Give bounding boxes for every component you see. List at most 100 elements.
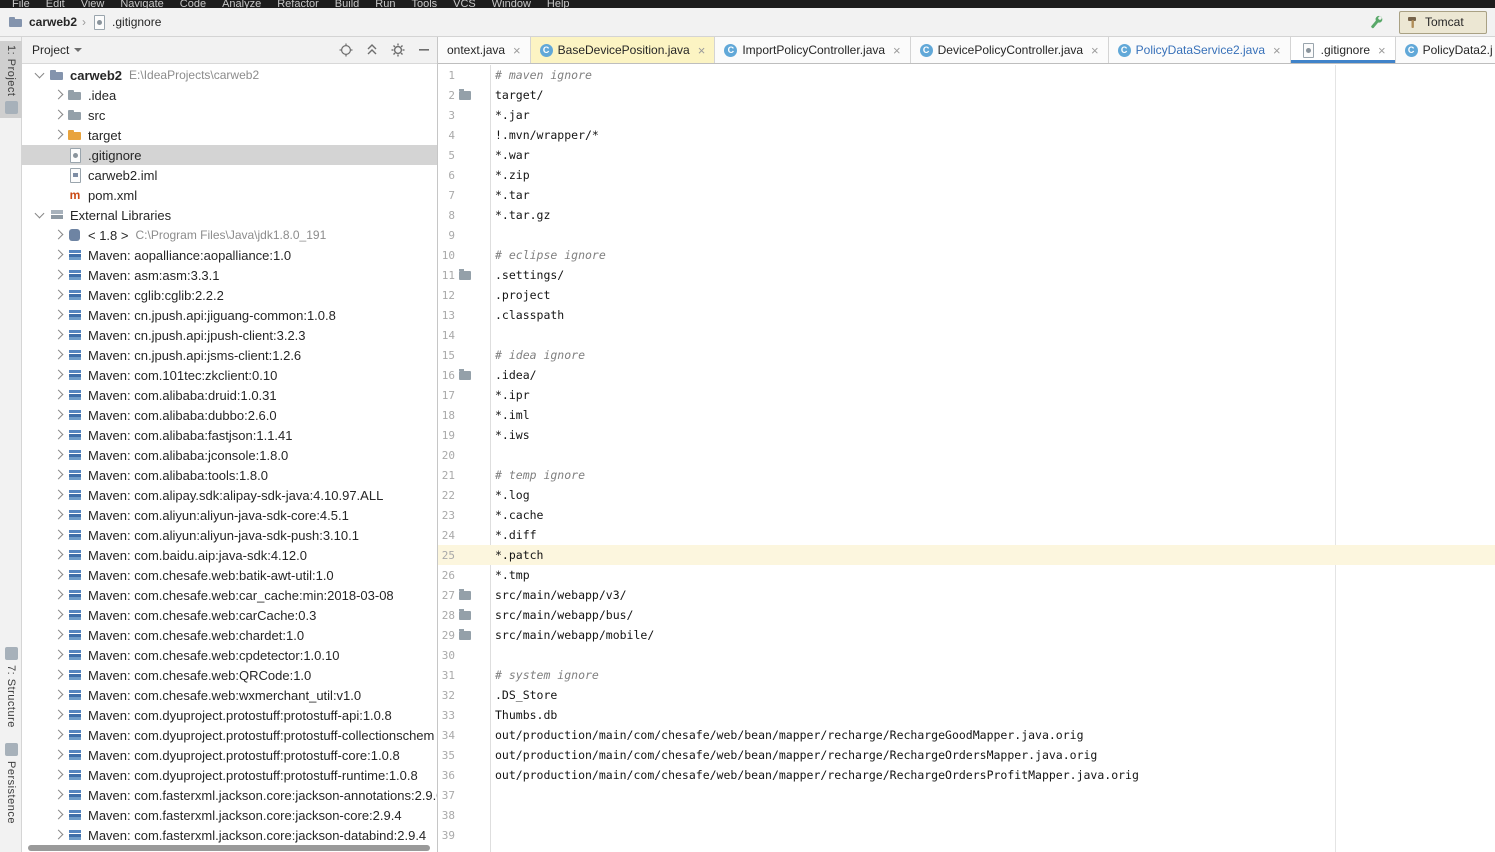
tree-item-maven-com.chesafe.web-batik-awt-util-1.0[interactable]: Maven: com.chesafe.web:batik-awt-util:1.… — [22, 565, 437, 585]
chevron-right-icon[interactable] — [50, 787, 67, 803]
menu-item-refactor[interactable]: Refactor — [277, 0, 319, 8]
editor[interactable]: 1 # maven ignore 2 target/3 *.jar 4 !.mvn/wrap… — [438, 65, 1495, 852]
editor-line-26[interactable]: 26 *.tmp — [438, 565, 1495, 585]
tab-policydata2.j[interactable]: C PolicyData2.j — [1395, 37, 1495, 63]
menu-item-edit[interactable]: Edit — [46, 0, 65, 8]
tool-button-project[interactable]: 1: Project — [0, 41, 22, 119]
tree-item-maven-com.chesafe.web-wxmerchant-util-v1.0[interactable]: Maven: com.chesafe.web:wxmerchant_util:v… — [22, 685, 437, 705]
editor-line-13[interactable]: 13 .classpath — [438, 305, 1495, 325]
tree-item-maven-com.alipay.sdk-alipay-sdk-java-4.10.97.all[interactable]: Maven: com.alipay.sdk:alipay-sdk-java:4.… — [22, 485, 437, 505]
tree-item-maven-com.fasterxml.jackson.core-jackson-databind-2.9.4[interactable]: Maven: com.fasterxml.jackson.core:jackso… — [22, 825, 437, 844]
chevron-right-icon[interactable] — [50, 467, 67, 483]
tree-item-external-libraries[interactable]: External Libraries — [22, 205, 437, 225]
tree-item-maven-com.alibaba-jconsole-1.8.0[interactable]: Maven: com.alibaba:jconsole:1.8.0 — [22, 445, 437, 465]
editor-line-16[interactable]: 16 .idea/ — [438, 365, 1495, 385]
editor-line-24[interactable]: 24 *.diff — [438, 525, 1495, 545]
tab-basedeviceposition.java[interactable]: C BaseDevicePosition.java × — [530, 37, 716, 63]
editor-line-3[interactable]: 3 *.jar — [438, 105, 1495, 125]
editor-line-19[interactable]: 19 *.iws — [438, 425, 1495, 445]
tree-item-maven-com.fasterxml.jackson.core-jackson-core-2.9.4[interactable]: Maven: com.fasterxml.jackson.core:jackso… — [22, 805, 437, 825]
tab-.gitignore[interactable]: .gitignore × — [1290, 37, 1396, 63]
tool-button-structure[interactable]: 7: Structure — [0, 643, 22, 732]
tree-item-maven-aopalliance-aopalliance-1.0[interactable]: Maven: aopalliance:aopalliance:1.0 — [22, 245, 437, 265]
chevron-right-icon[interactable] — [50, 107, 67, 123]
editor-line-2[interactable]: 2 target/ — [438, 85, 1495, 105]
editor-line-37[interactable]: 37 — [438, 785, 1495, 805]
tree-item-maven-com.dyuproject.protostuff-protostuff-collectionschem[interactable]: Maven: com.dyuproject.protostuff:protost… — [22, 725, 437, 745]
locate-file-icon[interactable] — [338, 43, 353, 58]
tree-item-maven-com.baidu.aip-java-sdk-4.12.0[interactable]: Maven: com.baidu.aip:java-sdk:4.12.0 — [22, 545, 437, 565]
close-tab-icon[interactable]: × — [1378, 44, 1386, 57]
editor-line-38[interactable]: 38 — [438, 805, 1495, 825]
editor-line-35[interactable]: 35 out/production/main/com/chesafe/web/be… — [438, 745, 1495, 765]
run-configuration-button[interactable]: Tomcat — [1399, 10, 1487, 34]
editor-line-27[interactable]: 27 src/main/webapp/v3/ — [438, 585, 1495, 605]
tab-importpolicycontroller.java[interactable]: C ImportPolicyController.java × — [715, 37, 911, 63]
chevron-down-icon[interactable] — [32, 67, 49, 83]
close-tab-icon[interactable]: × — [513, 44, 521, 57]
editor-line-8[interactable]: 8 *.tar.gz — [438, 205, 1495, 225]
menu-item-tools[interactable]: Tools — [411, 0, 437, 8]
editor-line-39[interactable]: 39 — [438, 825, 1495, 845]
chevron-right-icon[interactable] — [50, 567, 67, 583]
tree-item-pom.xml[interactable]: m pom.xml — [22, 185, 437, 205]
editor-line-4[interactable]: 4 !.mvn/wrapper/* — [438, 125, 1495, 145]
menu-item-build[interactable]: Build — [335, 0, 359, 8]
chevron-right-icon[interactable] — [50, 727, 67, 743]
editor-line-36[interactable]: 36 out/production/main/com/chesafe/web/be… — [438, 765, 1495, 785]
tree-item-maven-com.dyuproject.protostuff-protostuff-api-1.0.8[interactable]: Maven: com.dyuproject.protostuff:protost… — [22, 705, 437, 725]
chevron-right-icon[interactable] — [50, 547, 67, 563]
chevron-right-icon[interactable] — [50, 627, 67, 643]
chevron-right-icon[interactable] — [50, 287, 67, 303]
chevron-right-icon[interactable] — [50, 227, 67, 243]
chevron-right-icon[interactable] — [50, 707, 67, 723]
tree-item-maven-com.alibaba-dubbo-2.6.0[interactable]: Maven: com.alibaba:dubbo:2.6.0 — [22, 405, 437, 425]
chevron-right-icon[interactable] — [50, 347, 67, 363]
editor-line-10[interactable]: 10 # eclipse ignore — [438, 245, 1495, 265]
tree-item--1.8-[interactable]: < 1.8 > C:\Program Files\Java\jdk1.8.0_19… — [22, 225, 437, 245]
editor-line-21[interactable]: 21 # temp ignore — [438, 465, 1495, 485]
chevron-right-icon[interactable] — [50, 607, 67, 623]
tree-item-.gitignore[interactable]: .gitignore — [22, 145, 437, 165]
chevron-right-icon[interactable] — [50, 267, 67, 283]
chevron-right-icon[interactable] — [50, 747, 67, 763]
chevron-right-icon[interactable] — [50, 87, 67, 103]
tree-item-maven-asm-asm-3.3.1[interactable]: Maven: asm:asm:3.3.1 — [22, 265, 437, 285]
menu-item-file[interactable]: File — [12, 0, 30, 8]
editor-line-18[interactable]: 18 *.iml — [438, 405, 1495, 425]
editor-line-22[interactable]: 22 *.log — [438, 485, 1495, 505]
menu-item-analyze[interactable]: Analyze — [222, 0, 261, 8]
menu-item-window[interactable]: Window — [492, 0, 531, 8]
close-tab-icon[interactable]: × — [893, 44, 901, 57]
tree-item-maven-com.fasterxml.jackson.core-jackson-annotations-2.9.0[interactable]: Maven: com.fasterxml.jackson.core:jackso… — [22, 785, 437, 805]
chevron-right-icon[interactable] — [50, 387, 67, 403]
tab-policydataservice2.java[interactable]: C PolicyDataService2.java × — [1108, 37, 1291, 63]
tree-item-maven-com.dyuproject.protostuff-protostuff-core-1.0.8[interactable]: Maven: com.dyuproject.protostuff:protost… — [22, 745, 437, 765]
tree-horizontal-scrollbar[interactable] — [28, 845, 430, 851]
editor-line-29[interactable]: 29 src/main/webapp/mobile/ — [438, 625, 1495, 645]
menu-item-code[interactable]: Code — [180, 0, 206, 8]
tree-item-maven-com.chesafe.web-cpdetector-1.0.10[interactable]: Maven: com.chesafe.web:cpdetector:1.0.10 — [22, 645, 437, 665]
chevron-right-icon[interactable] — [50, 487, 67, 503]
chevron-right-icon[interactable] — [50, 687, 67, 703]
tree-item-carweb2[interactable]: carweb2 E:\IdeaProjects\carweb2 — [22, 65, 437, 85]
tree-item-maven-com.101tec-zkclient-0.10[interactable]: Maven: com.101tec:zkclient:0.10 — [22, 365, 437, 385]
tree-item-maven-cglib-cglib-2.2.2[interactable]: Maven: cglib:cglib:2.2.2 — [22, 285, 437, 305]
chevron-right-icon[interactable] — [50, 407, 67, 423]
editor-line-30[interactable]: 30 — [438, 645, 1495, 665]
menu-item-vcs[interactable]: VCS — [453, 0, 476, 8]
chevron-right-icon[interactable] — [50, 127, 67, 143]
chevron-right-icon[interactable] — [50, 767, 67, 783]
editor-line-15[interactable]: 15 # idea ignore — [438, 345, 1495, 365]
editor-line-32[interactable]: 32 .DS_Store — [438, 685, 1495, 705]
close-tab-icon[interactable]: × — [698, 44, 706, 57]
editor-line-5[interactable]: 5 *.war — [438, 145, 1495, 165]
collapse-all-icon[interactable] — [364, 43, 379, 58]
hide-panel-icon[interactable] — [416, 43, 431, 58]
chevron-right-icon[interactable] — [50, 427, 67, 443]
chevron-right-icon[interactable] — [50, 647, 67, 663]
tree-item-maven-com.aliyun-aliyun-java-sdk-push-3.10.1[interactable]: Maven: com.aliyun:aliyun-java-sdk-push:3… — [22, 525, 437, 545]
tree-item-maven-com.alibaba-tools-1.8.0[interactable]: Maven: com.alibaba:tools:1.8.0 — [22, 465, 437, 485]
tree-item-target[interactable]: target — [22, 125, 437, 145]
chevron-right-icon[interactable] — [50, 247, 67, 263]
